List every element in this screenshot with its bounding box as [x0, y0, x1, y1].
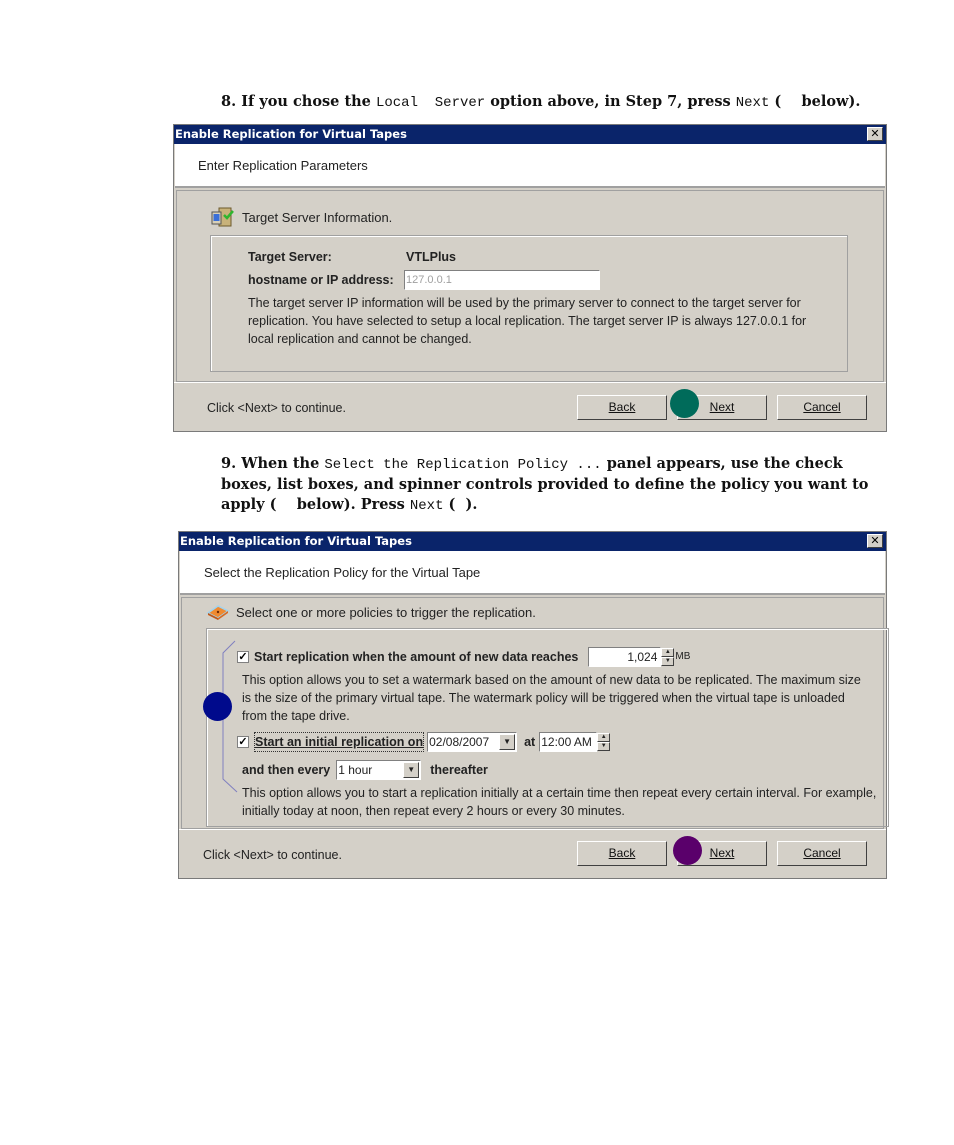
section-title: Select one or more policies to trigger t… [206, 603, 536, 621]
target-server-description: The target server IP information will be… [248, 296, 807, 346]
dialog-body: Target Server Information. Target Server… [176, 190, 884, 382]
policy-1-checkbox[interactable]: ✓ [237, 651, 249, 663]
thereafter-label: thereafter [430, 763, 488, 777]
close-icon: ✕ [870, 127, 880, 140]
dialog-header: Select the Replication Policy for the Vi… [180, 551, 885, 595]
step-text: ( below). [774, 93, 861, 110]
policy-2-row: ✓ Start an initial replication on 02/08/… [237, 732, 611, 752]
tape-icon [206, 605, 230, 620]
back-button[interactable]: Back [577, 395, 667, 420]
back-label: Back [608, 400, 636, 414]
footer-hint: Click <Next> to continue. [207, 401, 346, 415]
chevron-down-icon[interactable]: ▼ [499, 734, 516, 750]
section-title: Target Server Information. [210, 206, 392, 228]
spin-down-icon[interactable]: ▼ [661, 657, 675, 666]
dialog-select-replication-policy: Enable Replication for Virtual Tapes ✕ S… [178, 531, 889, 879]
policy-1-row: ✓ Start replication when the amount of n… [237, 647, 690, 667]
section-title-text: Select one or more policies to trigger t… [236, 604, 536, 620]
title-bar: Enable Replication for Virtual Tapes ✕ [174, 125, 886, 144]
code-text: Select the Replication Policy ... [324, 457, 602, 473]
at-label: at [524, 735, 536, 749]
code-text: Local Server [375, 95, 486, 111]
cancel-label: Cancel [803, 400, 841, 414]
interval-dropdown[interactable]: 1 hour ▼ [336, 760, 422, 780]
policy-2-description: This option allows you to start a replic… [242, 786, 877, 818]
policy-2-checkbox[interactable]: ✓ [237, 736, 249, 748]
dialog-footer: Click <Next> to continue. Back Next Canc… [179, 829, 886, 878]
title-bar: Enable Replication for Virtual Tapes ✕ [179, 532, 886, 551]
step-9-instruction: 9. When the Select the Replication Polic… [221, 454, 891, 516]
close-button[interactable]: ✕ [867, 534, 883, 548]
dialog-header: Enter Replication Parameters [175, 144, 885, 188]
policy-2-label: Start an initial replication on [254, 732, 425, 752]
step-text: If you chose the [241, 93, 371, 110]
callout-marker-next [670, 389, 699, 418]
date-value: 02/08/2007 [429, 735, 490, 749]
step-number: 8. [221, 93, 237, 110]
step-8-instruction: 8. If you chose the Local Server option … [221, 92, 860, 113]
server-check-icon [211, 207, 234, 227]
policy-group: ✓ Start replication when the amount of n… [206, 628, 889, 827]
cancel-button[interactable]: Cancel [777, 395, 867, 420]
start-date-dropdown[interactable]: 02/08/2007 ▼ [427, 732, 518, 752]
dialog-enter-replication-parameters: Enable Replication for Virtual Tapes ✕ E… [173, 124, 887, 432]
step-number: 9. [221, 455, 237, 472]
close-icon: ✕ [870, 534, 880, 547]
callout-marker-next [673, 836, 702, 865]
watermark-size-spinner[interactable]: ▲ ▼ [661, 648, 675, 666]
code-text: Next [735, 95, 770, 111]
step-text: ( ). [448, 496, 478, 513]
spin-up-icon[interactable]: ▲ [597, 733, 611, 742]
spin-down-icon[interactable]: ▼ [597, 742, 611, 751]
start-time-input[interactable]: 12:00 AM [539, 732, 598, 752]
chevron-down-icon[interactable]: ▼ [403, 762, 420, 778]
callout-marker-policies [203, 692, 232, 721]
unit-label: MB [675, 651, 691, 662]
target-server-label: Target Server: [248, 250, 332, 264]
dialog-title: Enable Replication for Virtual Tapes [175, 127, 407, 141]
close-button[interactable]: ✕ [867, 127, 883, 141]
interval-row: and then every 1 hour ▼ thereafter [242, 760, 488, 780]
code-text: Next [409, 498, 444, 514]
dialog-body: Select one or more policies to trigger t… [181, 597, 889, 829]
step-text: option above, in Step 7, press [490, 93, 731, 110]
interval-value: 1 hour [338, 763, 373, 777]
watermark-size-input[interactable]: 1,024 [588, 647, 662, 667]
ip-label: hostname or IP address: [248, 273, 394, 287]
start-time-spinner[interactable]: ▲ ▼ [597, 733, 611, 751]
back-label: Back [608, 846, 636, 860]
spin-up-icon[interactable]: ▲ [661, 648, 675, 657]
next-label: Next [709, 846, 735, 860]
policy-1-label: Start replication when the amount of new… [254, 650, 579, 664]
step-text: When the [241, 455, 320, 472]
dialog-footer: Click <Next> to continue. Back Next Canc… [174, 382, 886, 431]
policy-1-description: This option allows you to set a watermar… [242, 673, 861, 723]
footer-hint: Click <Next> to continue. [203, 848, 342, 862]
target-server-group: Target Server: VTLPlus hostname or IP ad… [210, 235, 848, 372]
target-server-value: VTLPlus [406, 250, 457, 264]
cancel-button[interactable]: Cancel [777, 841, 867, 866]
every-label: and then every [242, 763, 331, 777]
back-button[interactable]: Back [577, 841, 667, 866]
dialog-title: Enable Replication for Virtual Tapes [180, 534, 412, 548]
ip-address-field[interactable]: 127.0.0.1 [404, 270, 600, 290]
cancel-label: Cancel [803, 846, 841, 860]
section-title-text: Target Server Information. [242, 209, 393, 225]
next-label: Next [709, 400, 735, 414]
